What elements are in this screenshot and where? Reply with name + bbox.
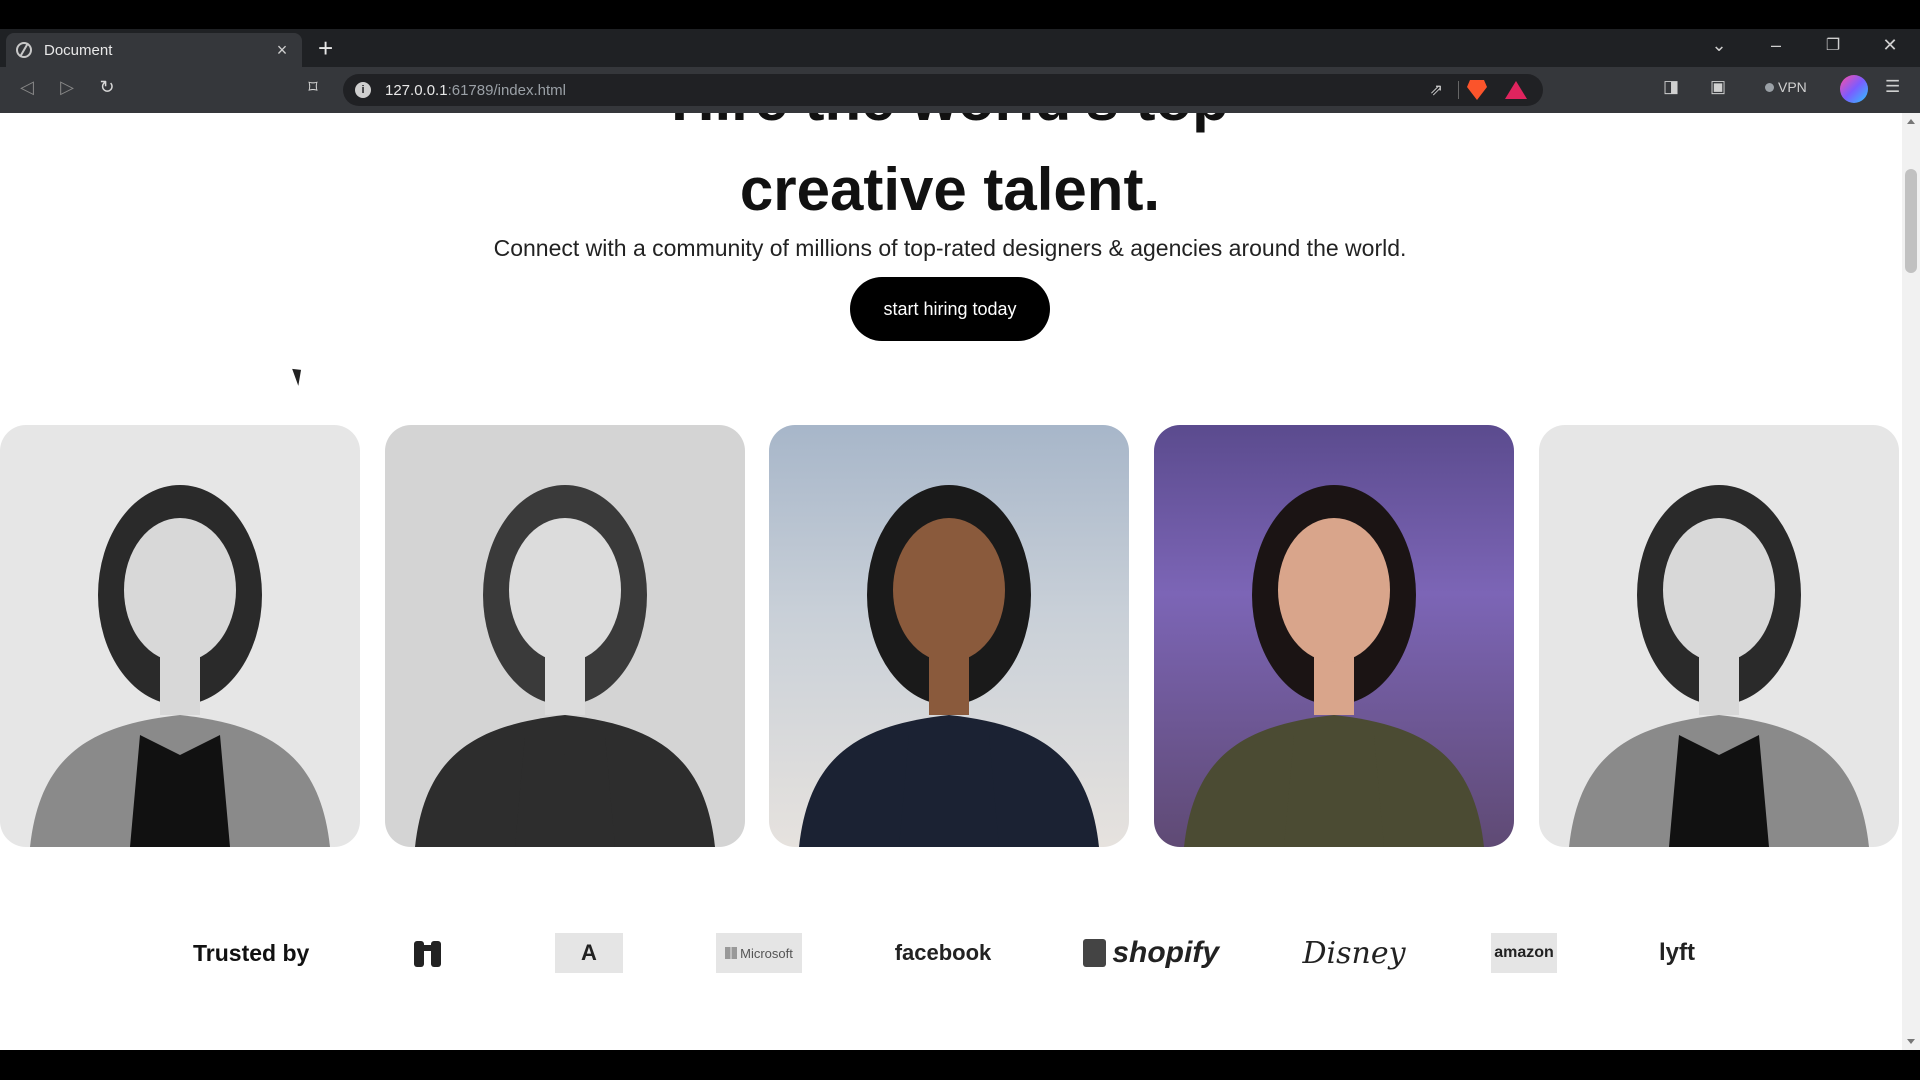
menu-icon[interactable]: ☰ [1885,77,1900,97]
vpn-button[interactable]: VPN [1765,79,1807,95]
talent-card[interactable] [1539,425,1899,847]
globe-icon [16,42,32,58]
divider [1458,81,1459,99]
person-photo [30,485,330,847]
new-tab-button[interactable]: + [318,35,333,61]
start-hiring-button[interactable]: start hiring today [850,277,1050,341]
hero-title-line2: creative talent. [739,156,1161,223]
microsoft-logo-text: Microsoft [740,945,793,961]
browser-tab[interactable]: Document × [6,33,302,67]
person-video [799,485,1099,847]
talent-card[interactable] [385,425,745,847]
person-video [1184,485,1484,847]
forward-button[interactable]: ▷ [54,77,80,98]
screen: Document × + ⌄ – ❐ ✕ ◁ ▷ ↻ ⌑ i 127.0.0.1… [0,0,1920,1080]
face-shape [1663,518,1775,662]
shopify-bag-icon [1083,939,1107,967]
brave-rewards-icon[interactable] [1505,81,1527,99]
hero-title-line1: Hire the world's top [0,113,1900,134]
shopify-logo-text: shopify [1112,936,1219,969]
person-photo [1569,485,1869,847]
close-window-button[interactable]: ✕ [1875,35,1905,56]
sidebar-icon[interactable]: ◨ [1663,77,1679,97]
restore-button[interactable]: ❐ [1818,35,1848,55]
close-tab-icon[interactable]: × [272,40,292,61]
talent-video-card[interactable] [769,425,1129,847]
tab-bar: Document × + ⌄ – ❐ ✕ [0,29,1920,67]
microsoft-logo: Microsoft [716,933,802,973]
tab-title: Document [44,41,113,59]
talent-card[interactable] [0,425,360,847]
page-viewport: Hire the world's top creative talent. Co… [0,113,1920,1050]
scroll-down-icon[interactable] [1907,1039,1915,1044]
site-info-icon[interactable]: i [355,82,371,98]
tab-list-icon[interactable]: ⌄ [1704,35,1734,56]
partner-mark-icon [414,941,441,967]
browser-toolbar: ◁ ▷ ↻ ⌑ i 127.0.0.1:61789/index.html ⇗ ◨… [0,67,1920,113]
share-icon[interactable]: ⇗ [1430,80,1443,100]
bookmark-icon[interactable]: ⌑ [300,77,326,98]
back-button[interactable]: ◁ [14,77,40,98]
face-shape [1278,518,1390,662]
face-shape [509,518,621,662]
scrollbar-thumb[interactable] [1905,169,1917,273]
microsoft-squares-icon [725,947,738,959]
profile-avatar[interactable] [1840,75,1868,103]
url-path: :61789/index.html [447,82,566,99]
talent-video-card[interactable] [1154,425,1514,847]
lyft-logo: lyft [1659,939,1695,966]
amazon-logo: amazon [1491,933,1557,973]
face-shape [893,518,1005,662]
vertical-scrollbar[interactable] [1902,113,1920,1050]
adobe-logo: A [555,933,623,973]
vpn-label: VPN [1778,79,1807,95]
trusted-by-label: Trusted by [193,940,310,966]
face-shape [124,518,236,662]
reload-button[interactable]: ↻ [94,77,120,98]
person-photo [415,485,715,847]
partner-logo-icon [408,933,448,973]
disney-logo: Disney [1302,935,1406,971]
screen-bottom-border [0,1050,1920,1080]
url-host: 127.0.0.1 [385,82,448,99]
facebook-logo: facebook [894,940,992,965]
brave-shields-icon[interactable] [1467,80,1487,100]
shopify-logo: shopify [1083,933,1219,973]
hero-subtitle: Connect with a community of millions of … [493,235,1407,261]
scroll-up-icon[interactable] [1907,119,1915,124]
url-text[interactable]: 127.0.0.1:61789/index.html [385,82,566,99]
wallet-icon[interactable]: ▣ [1710,77,1726,97]
address-bar[interactable]: i 127.0.0.1:61789/index.html ⇗ [343,74,1543,106]
minimize-button[interactable]: – [1761,35,1791,56]
vpn-status-icon [1765,83,1774,92]
mouse-cursor-icon [292,366,306,386]
